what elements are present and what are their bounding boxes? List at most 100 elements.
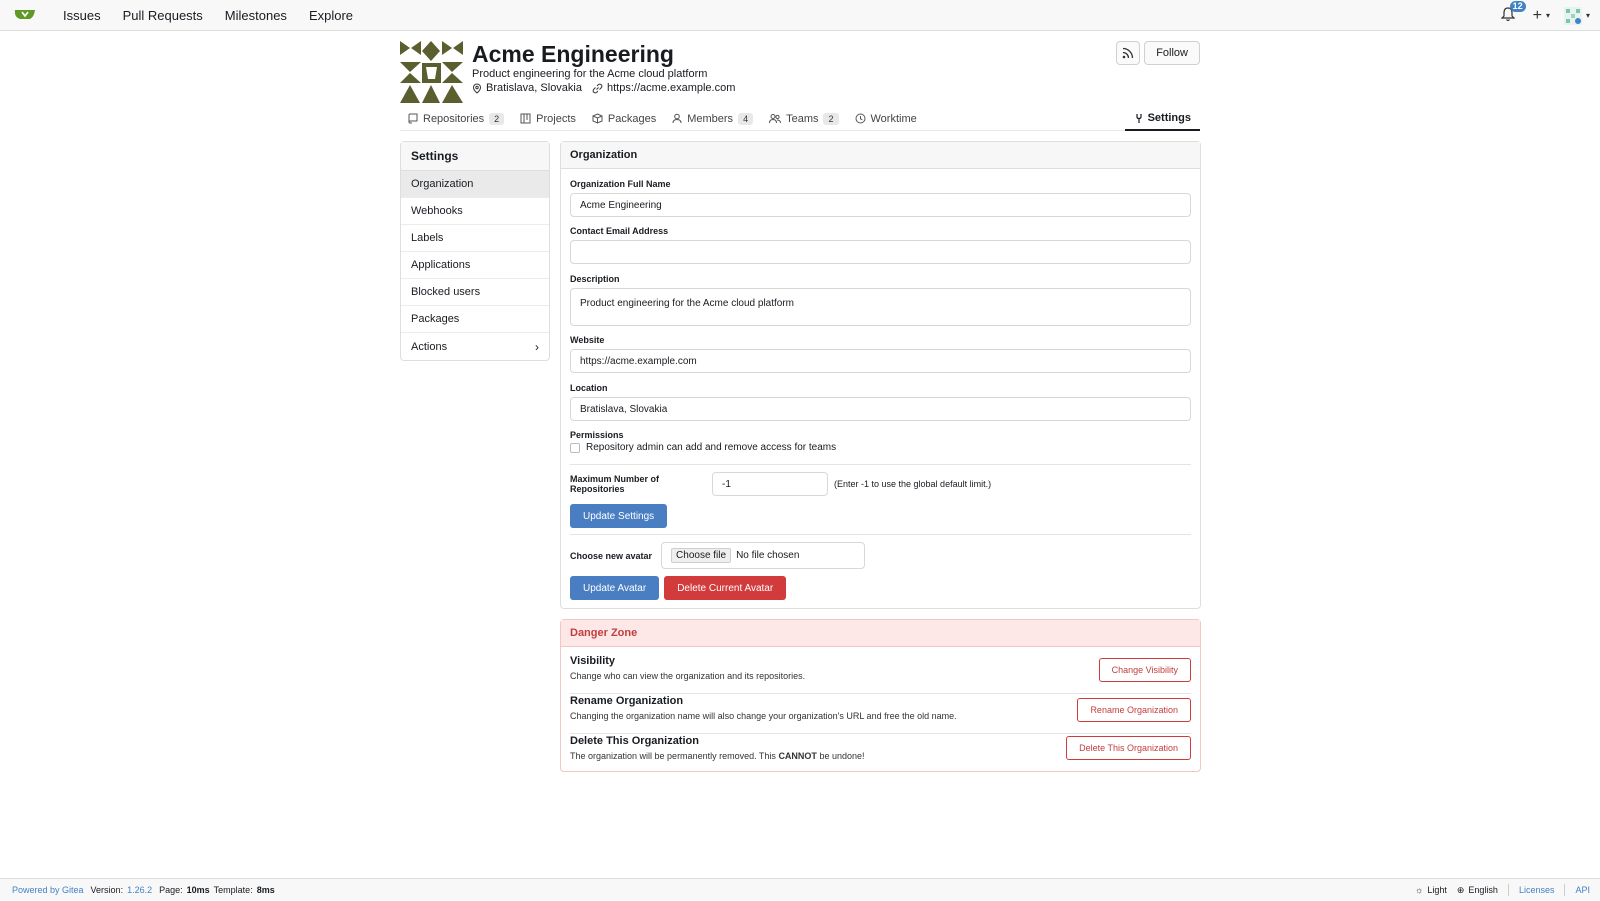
sidebar-item-packages[interactable]: Packages: [401, 306, 549, 333]
danger-zone-title: Danger Zone: [561, 620, 1200, 647]
permissions-checkbox[interactable]: [570, 442, 580, 453]
sidebar-title: Settings: [401, 142, 549, 171]
tab-packages[interactable]: Packages: [584, 107, 664, 131]
tab-members[interactable]: Members 4: [664, 107, 761, 131]
sidebar-item-labels[interactable]: Labels: [401, 225, 549, 252]
nav-milestones[interactable]: Milestones: [214, 8, 298, 23]
org-website-link[interactable]: https://acme.example.com: [607, 81, 735, 95]
permissions-label: Permissions: [570, 430, 624, 440]
website-input[interactable]: https://acme.example.com: [570, 349, 1191, 373]
theme-label: Light: [1427, 885, 1447, 895]
template-label: Template:: [213, 884, 253, 895]
location-value: Bratislava, Slovakia: [580, 403, 668, 415]
sidebar-item-label: Blocked users: [411, 286, 481, 298]
nav-explore[interactable]: Explore: [298, 8, 364, 23]
sun-icon: ☼: [1415, 885, 1424, 895]
visibility-title: Visibility: [570, 655, 616, 667]
nav-pull-requests[interactable]: Pull Requests: [112, 8, 214, 23]
permissions-option: Repository admin can add and remove acce…: [570, 442, 836, 453]
sidebar-item-label: Packages: [411, 313, 460, 325]
location-input[interactable]: Bratislava, Slovakia: [570, 397, 1191, 421]
tab-label: Projects: [536, 112, 576, 125]
sidebar-item-label: Webhooks: [411, 205, 463, 217]
tab-projects[interactable]: Projects: [512, 107, 584, 131]
rename-organization-button[interactable]: Rename Organization: [1077, 698, 1191, 722]
location-icon: [472, 82, 482, 94]
follow-button[interactable]: Follow: [1144, 41, 1200, 65]
avatar: [1563, 6, 1582, 25]
licenses-link[interactable]: Licenses: [1519, 885, 1555, 895]
org-avatar: [400, 41, 463, 103]
sidebar-item-actions[interactable]: Actions ›: [401, 333, 549, 360]
tab-repositories[interactable]: Repositories 2: [400, 107, 512, 131]
sidebar-item-applications[interactable]: Applications: [401, 252, 549, 279]
rss-feed-button[interactable]: [1116, 41, 1141, 65]
sidebar-item-webhooks[interactable]: Webhooks: [401, 198, 549, 225]
rss-icon: [1122, 47, 1134, 59]
divider: [570, 733, 1191, 734]
org-location: Bratislava, Slovakia: [486, 82, 582, 94]
divider: [570, 693, 1191, 694]
globe-icon: ⊕: [1456, 884, 1465, 895]
danger-zone: Danger Zone Visibility Change who can vi…: [560, 619, 1201, 772]
sidebar-item-organization[interactable]: Organization: [401, 171, 549, 198]
permissions-checkbox-label: Repository admin can add and remove acce…: [586, 442, 837, 453]
avatar-row: Choose new avatar Choose file No file ch…: [570, 542, 866, 569]
choose-file-button[interactable]: Choose file: [671, 548, 732, 563]
rename-description: Changing the organization name will also…: [570, 711, 957, 721]
description-textarea[interactable]: Product engineering for the Acme cloud p…: [570, 288, 1191, 326]
full-name-input[interactable]: Acme Engineering: [570, 193, 1191, 217]
count-badge: 2: [823, 112, 839, 125]
avatar-file-input[interactable]: Choose file No file chosen: [661, 542, 866, 569]
chevron-down-icon: ▾: [1545, 11, 1550, 20]
theme-selector[interactable]: ☼ Light: [1415, 885, 1447, 895]
full-name-label: Organization Full Name: [570, 179, 671, 189]
version-link[interactable]: 1.26.2: [127, 885, 152, 895]
update-avatar-button[interactable]: Update Avatar: [570, 576, 660, 600]
language-selector[interactable]: ⊕ English: [1457, 885, 1498, 896]
page-time: 10ms: [186, 884, 210, 895]
org-header: Acme Engineering Product engineering for…: [400, 41, 1200, 104]
sidebar-item-label: Labels: [411, 232, 444, 244]
link-icon: [592, 83, 603, 93]
change-visibility-button[interactable]: Change Visibility: [1098, 658, 1191, 682]
template-time: 8ms: [256, 884, 275, 895]
update-settings-button[interactable]: Update Settings: [570, 504, 668, 528]
max-repos-input[interactable]: -1: [712, 472, 828, 496]
email-input[interactable]: [570, 240, 1191, 264]
chevron-down-icon: ▾: [1585, 11, 1590, 20]
package-icon: [592, 113, 603, 124]
user-menu-button[interactable]: ▾: [1563, 6, 1590, 25]
nav-issues[interactable]: Issues: [52, 8, 112, 23]
gitea-logo-icon[interactable]: [12, 5, 38, 25]
delete-organization-button[interactable]: Delete This Organization: [1066, 736, 1191, 760]
plus-icon: +: [1532, 6, 1542, 24]
create-menu-button[interactable]: + ▾: [1533, 7, 1550, 25]
full-name-value: Acme Engineering: [580, 199, 662, 211]
divider: [1507, 884, 1509, 896]
count-badge: 4: [738, 112, 754, 125]
tab-label: Packages: [607, 112, 657, 125]
chevron-right-icon: ›: [535, 339, 539, 354]
footer: Powered by Gitea Version: 1.26.2 Page: 1…: [0, 878, 1600, 900]
no-file-text: No file chosen: [736, 550, 800, 561]
avatar-actions: Update Avatar Delete Current Avatar: [570, 576, 787, 600]
org-name: Acme Engineering: [472, 41, 674, 67]
sidebar-item-blocked-users[interactable]: Blocked users: [401, 279, 549, 306]
people-icon: [769, 114, 782, 124]
tab-worktime[interactable]: Worktime: [847, 107, 925, 131]
api-link[interactable]: API: [1575, 885, 1590, 895]
delete-avatar-button[interactable]: Delete Current Avatar: [664, 576, 787, 600]
rename-row: Rename Organization Changing the organiz…: [570, 695, 1191, 735]
delete-description: The organization will be permanently rem…: [570, 751, 864, 761]
divider: [570, 464, 1191, 465]
tab-settings[interactable]: Settings: [1124, 107, 1200, 131]
delete-desc-emphasis: CANNOT: [778, 751, 817, 761]
email-label: Contact Email Address: [570, 226, 669, 236]
settings-sidebar: Settings Organization Webhooks Labels Ap…: [400, 141, 550, 361]
notifications-button[interactable]: 12: [1500, 0, 1526, 25]
powered-by-link[interactable]: Powered by Gitea: [12, 885, 84, 895]
tab-teams[interactable]: Teams 2: [761, 107, 846, 131]
person-icon: [672, 113, 682, 124]
sidebar-item-label: Actions: [411, 340, 448, 353]
